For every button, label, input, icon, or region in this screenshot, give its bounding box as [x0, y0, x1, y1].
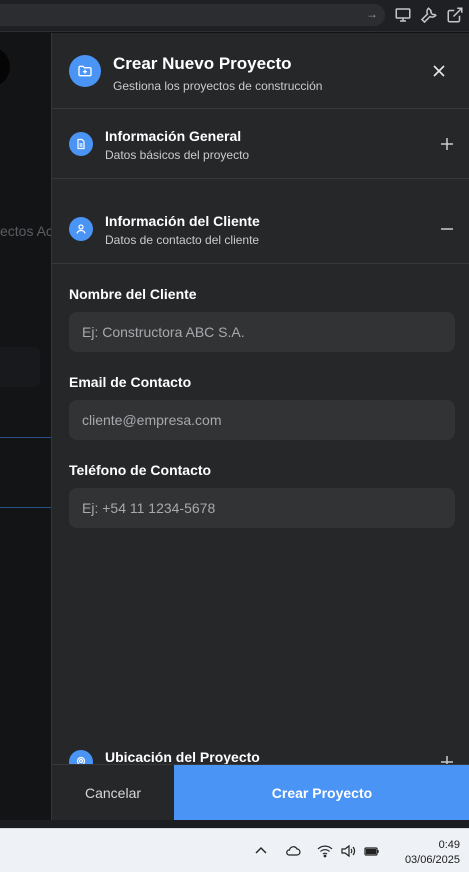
background-divider	[0, 507, 52, 508]
taskbar: 0:49 03/06/2025	[0, 828, 469, 872]
section-title: Ubicación del Proyecto	[105, 749, 260, 765]
close-icon	[433, 65, 445, 77]
background-avatar	[0, 47, 10, 87]
user-icon	[69, 217, 93, 241]
modal-header: Crear Nuevo Proyecto Gestiona los proyec…	[52, 33, 469, 109]
section-general-info[interactable]: Información General Datos básicos del pr…	[52, 110, 469, 179]
section-subtitle: Datos básicos del proyecto	[105, 148, 250, 162]
folder-plus-icon	[69, 55, 101, 87]
section-title: Información del Cliente	[105, 213, 260, 229]
client-name-label: Nombre del Cliente	[69, 286, 197, 302]
section-title: Información General	[105, 128, 242, 144]
system-clock[interactable]: 0:49 03/06/2025	[405, 838, 460, 868]
background-text: ectos Ac	[0, 223, 52, 239]
modal-footer: Cancelar Crear Proyecto	[52, 764, 469, 821]
external-link-icon[interactable]	[446, 6, 464, 24]
wrench-icon[interactable]	[420, 6, 438, 24]
clock-date: 03/06/2025	[404, 854, 460, 866]
chevron-up-icon[interactable]	[253, 843, 269, 859]
contact-email-input[interactable]: cliente@empresa.com	[69, 400, 455, 440]
wifi-icon[interactable]	[317, 843, 333, 859]
cancel-button[interactable]: Cancelar	[52, 765, 174, 821]
minus-icon[interactable]	[440, 222, 454, 236]
speaker-icon[interactable]	[340, 843, 356, 859]
create-project-button[interactable]: Crear Proyecto	[174, 765, 469, 821]
create-project-modal: Crear Nuevo Proyecto Gestiona los proyec…	[51, 33, 469, 821]
contact-email-label: Email de Contacto	[69, 374, 192, 390]
modal-title: Crear Nuevo Proyecto	[113, 54, 292, 73]
browser-toolbar: →	[0, 0, 469, 32]
background-divider	[0, 437, 52, 438]
modal-subtitle: Gestiona los proyectos de construcción	[113, 79, 323, 93]
document-icon	[69, 132, 93, 156]
arrow-right-icon[interactable]: →	[366, 7, 378, 21]
section-subtitle: Datos de contacto del cliente	[105, 233, 260, 247]
contact-phone-label: Teléfono de Contacto	[69, 462, 212, 478]
cloud-icon[interactable]	[285, 843, 301, 859]
close-button[interactable]	[428, 60, 450, 82]
battery-icon[interactable]	[364, 843, 380, 859]
clock-time: 0:49	[438, 839, 460, 851]
section-client-info[interactable]: Información del Cliente Datos de contact…	[52, 179, 469, 264]
plus-icon[interactable]	[440, 137, 454, 151]
screen: → ectos Ac Crear Nuevo Proyecto Gestiona…	[0, 0, 469, 872]
contact-phone-input[interactable]: Ej: +54 11 1234-5678	[69, 488, 455, 528]
background-card	[0, 347, 40, 387]
monitor-icon[interactable]	[394, 6, 412, 24]
address-bar[interactable]: →	[0, 4, 385, 26]
client-name-input[interactable]: Ej: Constructora ABC S.A.	[69, 312, 455, 352]
window-bottom-edge	[0, 820, 469, 828]
background-page: ectos Ac	[0, 33, 52, 820]
